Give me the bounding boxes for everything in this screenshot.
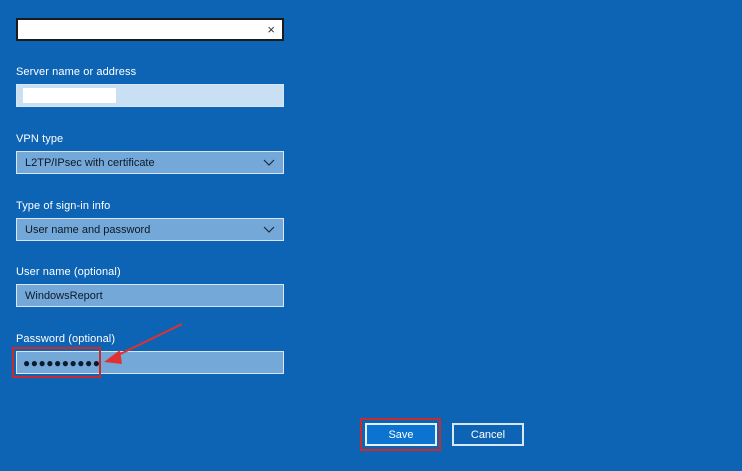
close-icon[interactable]: × bbox=[267, 22, 275, 37]
signin-label: Type of sign-in info bbox=[16, 200, 111, 212]
username-value: WindowsReport bbox=[25, 289, 103, 302]
top-input[interactable]: × bbox=[16, 18, 284, 41]
vpn-type-select[interactable]: L2TP/IPsec with certificate bbox=[16, 151, 284, 174]
vpn-type-label: VPN type bbox=[16, 133, 64, 145]
signin-value: User name and password bbox=[25, 223, 151, 236]
username-input[interactable]: WindowsReport bbox=[16, 284, 284, 307]
redacted-block bbox=[23, 88, 116, 103]
chevron-down-icon[interactable] bbox=[263, 223, 275, 235]
save-button[interactable]: Save bbox=[365, 423, 437, 446]
password-highlight bbox=[12, 347, 101, 378]
server-label: Server name or address bbox=[16, 66, 137, 78]
chevron-down-icon[interactable] bbox=[263, 156, 275, 168]
server-input[interactable] bbox=[16, 84, 284, 107]
signin-select[interactable]: User name and password bbox=[16, 218, 284, 241]
cancel-button[interactable]: Cancel bbox=[452, 423, 524, 446]
username-label: User name (optional) bbox=[16, 266, 121, 278]
vpn-type-value: L2TP/IPsec with certificate bbox=[25, 156, 155, 169]
arrow-annotation bbox=[104, 323, 183, 364]
